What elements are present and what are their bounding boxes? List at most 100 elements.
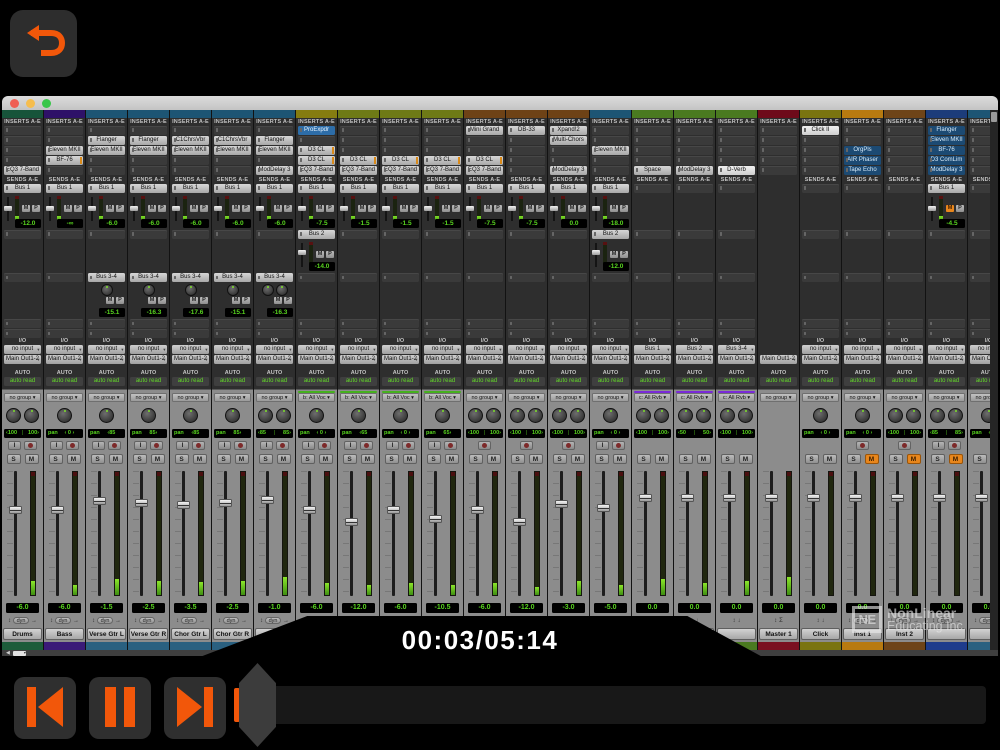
fader-view-toggle[interactable]: ↕ <box>733 618 736 624</box>
send-pan-knob[interactable] <box>276 284 288 296</box>
insert-slot[interactable] <box>676 136 713 145</box>
fader-cap[interactable] <box>471 506 484 514</box>
insert-slot[interactable]: Eleven MKII <box>130 146 167 155</box>
solo-button[interactable]: S <box>91 454 105 464</box>
insert-slot[interactable] <box>508 156 545 165</box>
mute-button[interactable]: M <box>403 454 417 464</box>
output-selector[interactable]: Main Out1-2▾ <box>718 355 755 364</box>
output-selector[interactable]: Main Out1-2▾ <box>886 355 923 364</box>
mute-button[interactable]: M <box>361 454 375 464</box>
insert-slot[interactable] <box>424 126 461 135</box>
insert-slot[interactable]: Click II <box>802 126 839 135</box>
insert-slot[interactable]: Multi-Chors <box>550 136 587 145</box>
send-assignment-slot[interactable]: Bus 1 <box>46 184 83 193</box>
pan-knob[interactable] <box>981 408 990 423</box>
send-mute-button[interactable]: M <box>568 205 576 212</box>
send-mute-button[interactable]: M <box>610 205 618 212</box>
insert-slot[interactable]: D3 CL <box>424 156 461 165</box>
send-slot[interactable] <box>676 184 713 193</box>
send-slot[interactable] <box>970 319 990 328</box>
output-selector[interactable]: Main Out1-2▾ <box>844 355 881 364</box>
input-selector[interactable]: no input▾ <box>550 345 587 354</box>
insert-slot[interactable]: Flanger <box>130 136 167 145</box>
pan-knob[interactable] <box>225 408 240 423</box>
output-selector[interactable]: Main Out1-2▾ <box>424 355 461 364</box>
insert-slot[interactable] <box>466 146 503 155</box>
input-selector[interactable]: no input▾ <box>256 345 293 354</box>
insert-slot[interactable]: EQ3 7-Band <box>298 166 335 175</box>
send-slot[interactable] <box>676 230 713 239</box>
input-selector[interactable]: Bus 2▾ <box>676 345 713 354</box>
fader-view-toggle[interactable]: ↕ <box>218 618 221 624</box>
insert-slot[interactable] <box>676 156 713 165</box>
mute-button[interactable]: M <box>655 454 669 464</box>
send-slot[interactable] <box>466 329 503 338</box>
send-slot[interactable] <box>718 184 755 193</box>
insert-slot[interactable] <box>382 146 419 155</box>
insert-slot[interactable] <box>508 136 545 145</box>
insert-slot[interactable] <box>718 156 755 165</box>
send-pre-button[interactable]: P <box>452 205 460 212</box>
track-name[interactable]: Click <box>801 628 840 640</box>
solo-button[interactable]: S <box>637 454 651 464</box>
send-slot[interactable] <box>382 329 419 338</box>
send-slot[interactable] <box>886 319 923 328</box>
send-slot[interactable] <box>886 273 923 282</box>
send-pre-button[interactable]: P <box>284 205 292 212</box>
insert-slot[interactable] <box>760 136 797 145</box>
send-slot[interactable] <box>4 230 41 239</box>
mute-button[interactable]: M <box>613 454 627 464</box>
insert-slot[interactable]: DB-33 <box>508 126 545 135</box>
mute-button[interactable]: M <box>949 454 963 464</box>
input-monitor-button[interactable]: I <box>302 441 315 450</box>
insert-slot[interactable]: D3 CL <box>340 156 377 165</box>
insert-slot[interactable] <box>214 126 251 135</box>
input-selector[interactable]: no input▾ <box>802 345 839 354</box>
dyn-button[interactable]: dyn <box>55 617 71 624</box>
send-fader-cap[interactable] <box>130 206 138 211</box>
auto-mode-selector[interactable]: auto read <box>424 377 461 386</box>
send-slot[interactable] <box>844 230 881 239</box>
fader-cap[interactable] <box>177 501 190 509</box>
send-slot[interactable] <box>130 319 167 328</box>
mixer-bottom-left-icon[interactable]: ◀ <box>6 651 10 656</box>
solo-button[interactable]: S <box>301 454 315 464</box>
track-name[interactable]: Verse Gtr R <box>129 628 168 640</box>
insert-slot[interactable] <box>970 126 990 135</box>
fader-cap[interactable] <box>219 499 232 507</box>
send-slot[interactable] <box>718 273 755 282</box>
output-selector[interactable]: Main Out1-2▾ <box>4 355 41 364</box>
send-pre-button[interactable]: P <box>74 205 82 212</box>
input-selector[interactable]: no input▾ <box>466 345 503 354</box>
send-pre-button[interactable]: P <box>536 205 544 212</box>
send-mute-button[interactable]: M <box>232 205 240 212</box>
send-slot[interactable] <box>676 319 713 328</box>
send-fader-cap[interactable] <box>298 250 306 255</box>
input-selector[interactable]: no input▾ <box>172 345 209 354</box>
mute-button[interactable]: M <box>865 454 879 464</box>
insert-slot[interactable] <box>172 166 209 175</box>
record-enable-button[interactable] <box>150 441 163 450</box>
pan-knob[interactable] <box>813 408 828 423</box>
send-mute-button[interactable]: M <box>232 297 240 304</box>
pan-knob[interactable] <box>855 408 870 423</box>
send-fader-cap[interactable] <box>214 206 222 211</box>
track-name[interactable]: Master 1 <box>759 628 798 640</box>
fader-view-toggle[interactable]: ↕ <box>134 618 137 624</box>
insert-slot[interactable] <box>130 166 167 175</box>
insert-slot[interactable]: Space <box>634 166 671 175</box>
send-assignment-slot[interactable]: Bus 1 <box>382 184 419 193</box>
send-slot[interactable] <box>928 329 965 338</box>
insert-slot[interactable]: Flanger <box>88 136 125 145</box>
send-mute-button[interactable]: M <box>274 205 282 212</box>
auto-mode-selector[interactable]: auto read <box>508 377 545 386</box>
solo-button[interactable]: S <box>553 454 567 464</box>
send-slot[interactable] <box>634 319 671 328</box>
send-pre-button[interactable]: P <box>158 297 166 304</box>
input-monitor-button[interactable]: I <box>386 441 399 450</box>
pan-knob-left[interactable] <box>720 408 735 423</box>
insert-slot[interactable]: EQ3 7-Band <box>340 166 377 175</box>
send-slot[interactable] <box>172 319 209 328</box>
insert-slot[interactable] <box>802 156 839 165</box>
send-slot[interactable] <box>592 273 629 282</box>
